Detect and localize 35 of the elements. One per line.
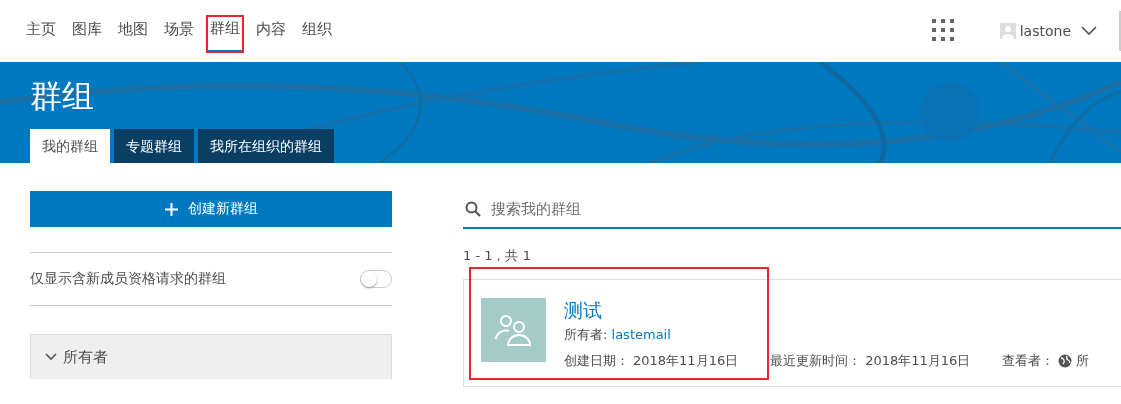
nav-link[interactable]: 群组 [206, 15, 244, 53]
owner-label: 所有者: [564, 327, 608, 342]
nav-link[interactable]: 图库 [68, 0, 106, 62]
chevron-icon [45, 353, 57, 361]
meta-value: 2018年11月16日 [633, 352, 739, 370]
create-group-button[interactable]: 创建新群组 [30, 191, 392, 227]
nav-link[interactable]: 场景 [160, 0, 198, 62]
group-thumbnail[interactable] [481, 298, 546, 362]
avatar-icon [999, 23, 1016, 39]
nav-link[interactable]: 主页 [22, 0, 60, 62]
app-launcher-icon[interactable] [931, 19, 956, 43]
page-title: 群组 [30, 76, 94, 117]
nav-link[interactable]: 地图 [114, 0, 152, 62]
meta-label: 最近更新时间： [770, 352, 862, 370]
result-count: 1 - 1，共 1 [463, 247, 531, 265]
tab[interactable]: 专题群组 [114, 129, 194, 163]
chevron-down-icon[interactable] [1081, 26, 1097, 36]
meta-value: 2018年11月16日 [865, 352, 971, 370]
nav-link[interactable]: 内容 [252, 0, 290, 62]
globe-icon [1058, 354, 1073, 368]
search-icon [465, 201, 481, 217]
group-title[interactable]: 测试 [564, 298, 1094, 322]
owner-link[interactable]: lastemail [611, 327, 671, 342]
user-name[interactable]: lastone [1019, 23, 1071, 39]
plus-icon [164, 202, 178, 216]
filter-label: 仅显示含新成员资格请求的群组 [30, 270, 226, 288]
tab[interactable]: 我所在组织的群组 [198, 129, 334, 163]
tab[interactable]: 我的群组 [30, 129, 110, 163]
search-field[interactable]: 搜索我的群组 [489, 199, 1121, 219]
nav-link[interactable]: 组织 [298, 0, 336, 62]
meta-label: 查看者： [1002, 352, 1055, 370]
people-icon [493, 313, 534, 347]
meta-label: 创建日期： [564, 352, 629, 370]
meta-value: 所 [1076, 352, 1090, 370]
section-header[interactable]: 所有者 [31, 335, 391, 379]
